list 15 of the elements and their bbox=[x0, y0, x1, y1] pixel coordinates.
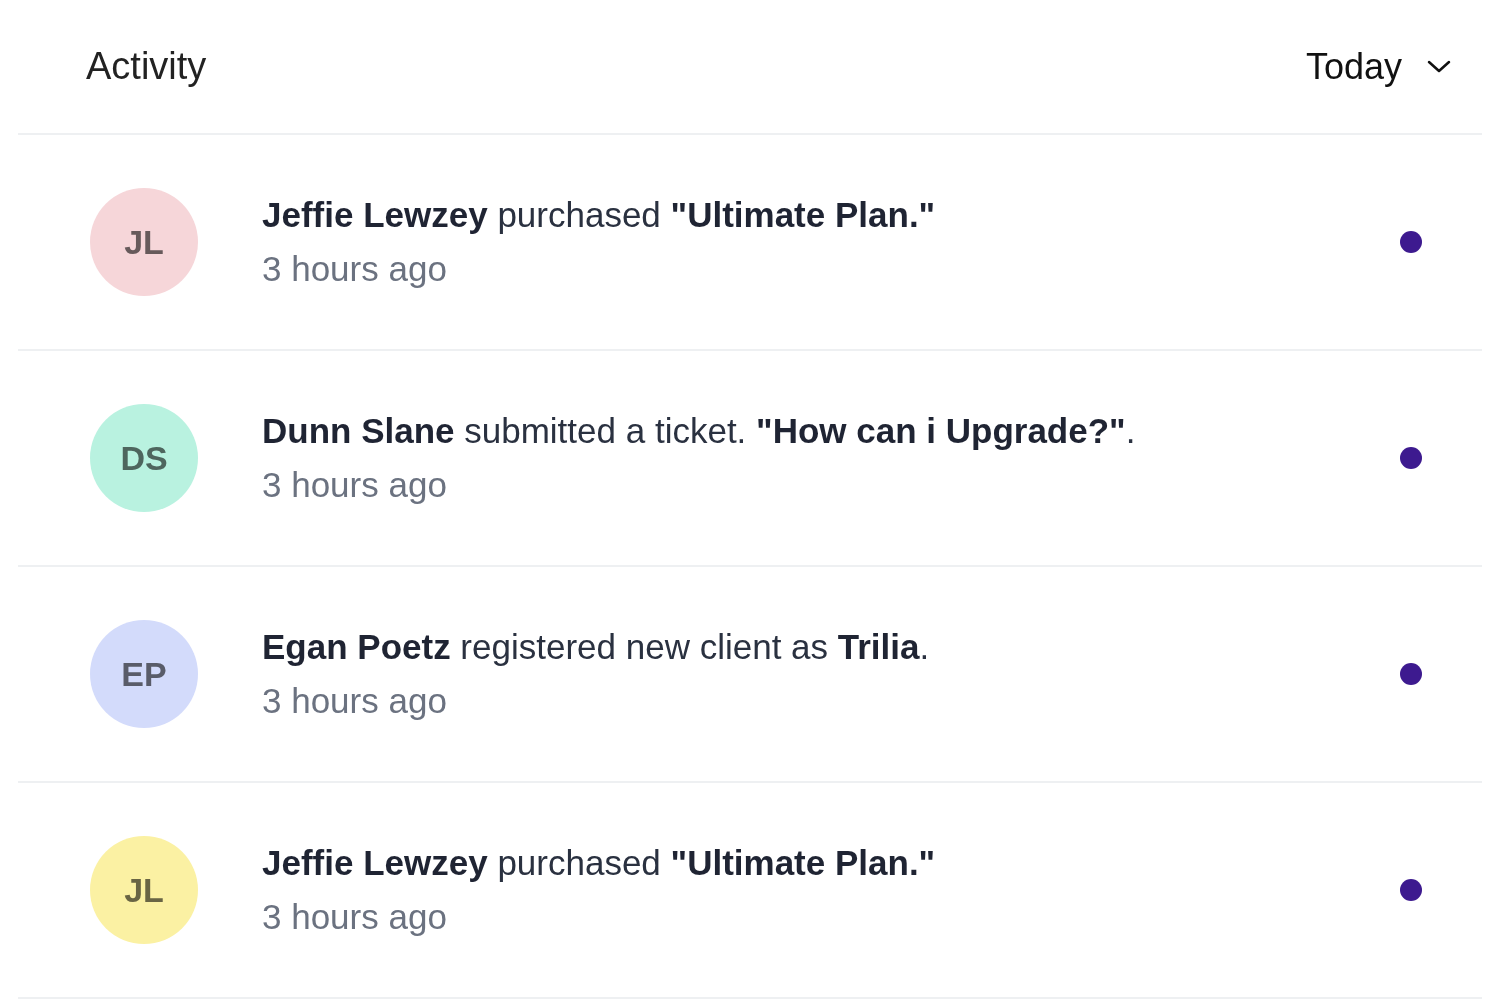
chevron-down-icon bbox=[1426, 58, 1452, 75]
avatar: JL bbox=[90, 188, 198, 296]
activity-message: Dunn Slane submitted a ticket. "How can i Upgrade?". bbox=[262, 410, 1137, 453]
section-title: Activity bbox=[86, 44, 207, 89]
avatar: EP bbox=[90, 620, 198, 728]
activity-message: Jeffie Lewzey purchased "Ultimate Plan." bbox=[262, 842, 937, 885]
avatar: DS bbox=[90, 404, 198, 512]
activity-time: 3 hours ago bbox=[262, 248, 448, 290]
activity-time: 3 hours ago bbox=[262, 464, 448, 506]
activity-message: Jeffie Lewzey purchased "Ultimate Plan." bbox=[262, 194, 937, 237]
date-filter-dropdown[interactable]: Today bbox=[1305, 39, 1452, 94]
activity-message: Egan Poetz registered new client as Trilia. bbox=[262, 626, 931, 669]
activity-time: 3 hours ago bbox=[262, 680, 448, 722]
activity-time: 3 hours ago bbox=[262, 896, 448, 938]
avatar: JL bbox=[90, 836, 198, 944]
